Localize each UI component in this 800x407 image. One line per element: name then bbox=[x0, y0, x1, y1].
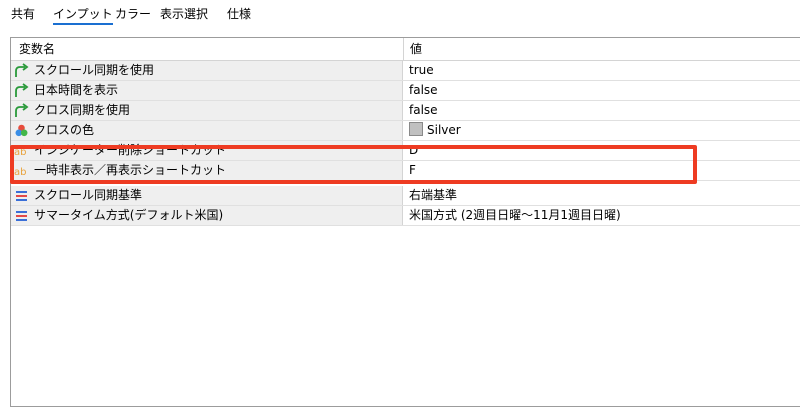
bool-arrow-icon bbox=[15, 63, 29, 77]
tab-bar: 共有 インプット カラー 表示選択 仕様 bbox=[0, 0, 800, 28]
input-parameters-grid: 変数名 値 スクロール同期を使用 true 日本時間を表示 false クロス同… bbox=[10, 37, 800, 407]
bool-arrow-icon bbox=[15, 83, 29, 97]
row-label: インジケーター削除ショートカット bbox=[34, 143, 227, 157]
color-swatch bbox=[409, 122, 423, 136]
table-row[interactable]: スクロール同期を使用 true bbox=[11, 61, 800, 81]
table-row[interactable]: 日本時間を表示 false bbox=[11, 81, 800, 101]
table-row[interactable]: クロス同期を使用 false bbox=[11, 101, 800, 121]
row-label: 日本時間を表示 bbox=[34, 83, 119, 97]
row-name-cell: クロス同期を使用 bbox=[11, 101, 403, 120]
row-name-cell: スクロール同期を使用 bbox=[11, 61, 403, 80]
tab-shared[interactable]: 共有 bbox=[11, 5, 35, 23]
row-label: スクロール同期を使用 bbox=[34, 63, 155, 77]
table-row[interactable]: ab 一時非表示／再表示ショートカット F bbox=[11, 161, 800, 181]
row-label: サマータイム方式(デフォルト米国) bbox=[34, 208, 224, 222]
row-name-cell: サマータイム方式(デフォルト米国) bbox=[11, 206, 403, 225]
enum-list-icon bbox=[16, 191, 27, 201]
table-row[interactable]: クロスの色 Silver bbox=[11, 121, 800, 141]
row-label: クロス同期を使用 bbox=[34, 103, 131, 117]
tab-display-select[interactable]: 表示選択 bbox=[160, 5, 208, 23]
tab-color[interactable]: カラー bbox=[115, 5, 151, 23]
svg-text:ab: ab bbox=[14, 147, 26, 158]
table-row[interactable]: ab インジケーター削除ショートカット D bbox=[11, 141, 800, 161]
row-value[interactable]: false bbox=[409, 81, 438, 100]
color-circles-icon bbox=[15, 124, 28, 137]
row-value[interactable]: D bbox=[409, 141, 418, 160]
color-name: Silver bbox=[427, 123, 461, 137]
row-label: クロスの色 bbox=[34, 123, 95, 137]
enum-list-icon bbox=[16, 211, 27, 221]
string-ab-icon: ab bbox=[14, 167, 26, 178]
row-value[interactable]: 米国方式 (2週目日曜～11月1週目日曜) bbox=[409, 206, 621, 225]
row-value[interactable]: F bbox=[409, 161, 416, 180]
bool-arrow-icon bbox=[15, 103, 29, 117]
row-value[interactable]: Silver bbox=[409, 121, 461, 140]
table-row[interactable]: スクロール同期基準 右端基準 bbox=[11, 186, 800, 206]
row-value[interactable]: true bbox=[409, 61, 434, 80]
column-header-name[interactable]: 変数名 bbox=[19, 38, 55, 60]
svg-text:ab: ab bbox=[14, 167, 26, 178]
tab-input[interactable]: インプット bbox=[53, 5, 113, 25]
row-label: スクロール同期基準 bbox=[34, 188, 143, 202]
row-name-cell: ab インジケーター削除ショートカット bbox=[11, 141, 403, 160]
row-label: 一時非表示／再表示ショートカット bbox=[34, 163, 227, 177]
string-ab-icon: ab bbox=[14, 147, 26, 158]
column-divider[interactable] bbox=[403, 38, 404, 60]
row-name-cell: クロスの色 bbox=[11, 121, 403, 140]
grid-header: 変数名 値 bbox=[11, 38, 800, 61]
table-row[interactable]: サマータイム方式(デフォルト米国) 米国方式 (2週目日曜～11月1週目日曜) bbox=[11, 206, 800, 226]
row-name-cell: ab 一時非表示／再表示ショートカット bbox=[11, 161, 403, 180]
column-header-value[interactable]: 値 bbox=[410, 38, 422, 60]
row-name-cell: 日本時間を表示 bbox=[11, 81, 403, 100]
row-name-cell: スクロール同期基準 bbox=[11, 186, 403, 205]
row-value[interactable]: 右端基準 bbox=[409, 186, 457, 205]
tab-spec[interactable]: 仕様 bbox=[227, 5, 251, 23]
row-value[interactable]: false bbox=[409, 101, 438, 120]
